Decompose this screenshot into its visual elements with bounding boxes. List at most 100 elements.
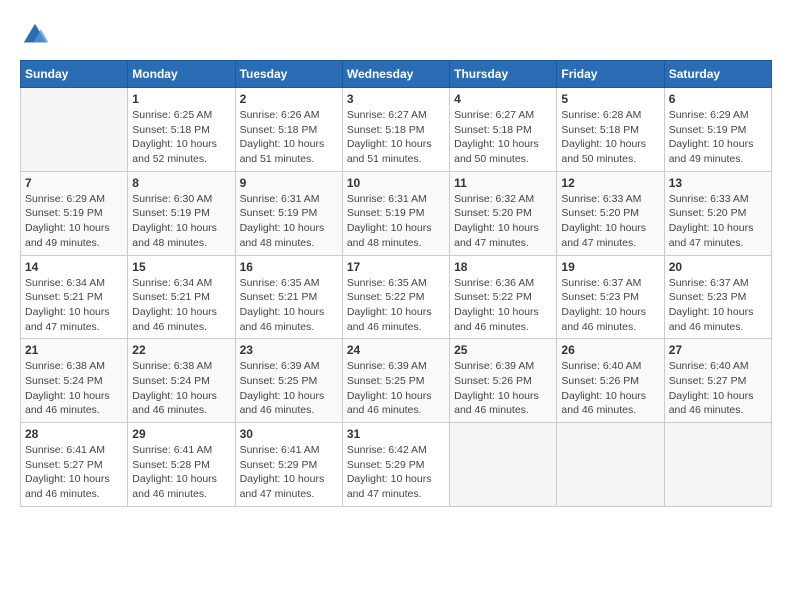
page-header [20, 20, 772, 50]
day-info: Sunrise: 6:38 AMSunset: 5:24 PMDaylight:… [132, 359, 230, 418]
calendar-cell [557, 423, 664, 507]
day-number: 8 [132, 176, 230, 190]
day-info: Sunrise: 6:37 AMSunset: 5:23 PMDaylight:… [669, 276, 767, 335]
day-number: 26 [561, 343, 659, 357]
calendar-cell: 29 Sunrise: 6:41 AMSunset: 5:28 PMDayligh… [128, 423, 235, 507]
day-number: 14 [25, 260, 123, 274]
calendar-cell: 15Sunrise: 6:34 AMSunset: 5:21 PMDayligh… [128, 255, 235, 339]
day-number: 27 [669, 343, 767, 357]
day-number: 15 [132, 260, 230, 274]
calendar-cell: 20Sunrise: 6:37 AMSunset: 5:23 PMDayligh… [664, 255, 771, 339]
calendar-week-5: 28 Sunrise: 6:41 AMSunset: 5:27 PMDayligh… [21, 423, 772, 507]
day-number: 5 [561, 92, 659, 106]
day-number: 31 [347, 427, 445, 441]
day-info: Sunrise: 6:39 AMSunset: 5:25 PMDaylight:… [347, 359, 445, 418]
day-info: Sunrise: 6:35 AMSunset: 5:22 PMDaylight:… [347, 276, 445, 335]
day-info: Sunrise: 6:33 AMSunset: 5:20 PMDaylight:… [669, 192, 767, 251]
day-info: Sunrise: 6:41 AMSunset: 5:29 PMDaylight:… [240, 443, 338, 502]
logo [20, 20, 52, 50]
day-number: 10 [347, 176, 445, 190]
calendar-cell: 12 Sunrise: 6:33 AMSunset: 5:20 PMDayligh… [557, 171, 664, 255]
day-info: Sunrise: 6:41 AMSunset: 5:28 PMDaylight:… [132, 443, 230, 502]
calendar-week-4: 21 Sunrise: 6:38 AMSunset: 5:24 PMDayligh… [21, 339, 772, 423]
day-number: 11 [454, 176, 552, 190]
day-number: 17 [347, 260, 445, 274]
day-number: 23 [240, 343, 338, 357]
calendar-cell: 21 Sunrise: 6:38 AMSunset: 5:24 PMDayligh… [21, 339, 128, 423]
day-info: Sunrise: 6:39 AMSunset: 5:25 PMDaylight:… [240, 359, 338, 418]
day-number: 28 [25, 427, 123, 441]
calendar-table: SundayMondayTuesdayWednesdayThursdayFrid… [20, 60, 772, 507]
day-info: Sunrise: 6:31 AMSunset: 5:19 PMDaylight:… [240, 192, 338, 251]
calendar-cell [450, 423, 557, 507]
calendar-cell: 26 Sunrise: 6:40 AMSunset: 5:26 PMDayligh… [557, 339, 664, 423]
day-info: Sunrise: 6:29 AMSunset: 5:19 PMDaylight:… [25, 192, 123, 251]
day-number: 12 [561, 176, 659, 190]
calendar-cell: 10 Sunrise: 6:31 AMSunset: 5:19 PMDayligh… [342, 171, 449, 255]
calendar-cell: 18 Sunrise: 6:36 AMSunset: 5:22 PMDayligh… [450, 255, 557, 339]
calendar-cell: 8Sunrise: 6:30 AMSunset: 5:19 PMDaylight… [128, 171, 235, 255]
day-number: 13 [669, 176, 767, 190]
day-number: 29 [132, 427, 230, 441]
calendar-cell: 30 Sunrise: 6:41 AMSunset: 5:29 PMDayligh… [235, 423, 342, 507]
calendar-cell: 4 Sunrise: 6:27 AMSunset: 5:18 PMDaylight… [450, 88, 557, 172]
day-info: Sunrise: 6:29 AMSunset: 5:19 PMDaylight:… [669, 108, 767, 167]
day-number: 1 [132, 92, 230, 106]
weekday-header-saturday: Saturday [664, 61, 771, 88]
calendar-cell: 1 Sunrise: 6:25 AMSunset: 5:18 PMDaylight… [128, 88, 235, 172]
day-info: Sunrise: 6:37 AMSunset: 5:23 PMDaylight:… [561, 276, 659, 335]
weekday-header-row: SundayMondayTuesdayWednesdayThursdayFrid… [21, 61, 772, 88]
calendar-cell: 23 Sunrise: 6:39 AMSunset: 5:25 PMDayligh… [235, 339, 342, 423]
calendar-cell: 13 Sunrise: 6:33 AMSunset: 5:20 PMDayligh… [664, 171, 771, 255]
day-number: 30 [240, 427, 338, 441]
calendar-cell: 16 Sunrise: 6:35 AMSunset: 5:21 PMDayligh… [235, 255, 342, 339]
day-info: Sunrise: 6:27 AMSunset: 5:18 PMDaylight:… [347, 108, 445, 167]
day-number: 22 [132, 343, 230, 357]
calendar-week-3: 14 Sunrise: 6:34 AMSunset: 5:21 PMDayligh… [21, 255, 772, 339]
day-number: 4 [454, 92, 552, 106]
calendar-cell: 6 Sunrise: 6:29 AMSunset: 5:19 PMDaylight… [664, 88, 771, 172]
calendar-cell [664, 423, 771, 507]
calendar-week-1: 1 Sunrise: 6:25 AMSunset: 5:18 PMDaylight… [21, 88, 772, 172]
day-info: Sunrise: 6:40 AMSunset: 5:27 PMDaylight:… [669, 359, 767, 418]
calendar-cell: 27 Sunrise: 6:40 AMSunset: 5:27 PMDayligh… [664, 339, 771, 423]
day-number: 19 [561, 260, 659, 274]
calendar-cell [21, 88, 128, 172]
day-number: 6 [669, 92, 767, 106]
day-info: Sunrise: 6:39 AMSunset: 5:26 PMDaylight:… [454, 359, 552, 418]
day-info: Sunrise: 6:33 AMSunset: 5:20 PMDaylight:… [561, 192, 659, 251]
day-info: Sunrise: 6:38 AMSunset: 5:24 PMDaylight:… [25, 359, 123, 418]
day-info: Sunrise: 6:25 AMSunset: 5:18 PMDaylight:… [132, 108, 230, 167]
day-info: Sunrise: 6:34 AMSunset: 5:21 PMDaylight:… [25, 276, 123, 335]
day-number: 7 [25, 176, 123, 190]
day-info: Sunrise: 6:27 AMSunset: 5:18 PMDaylight:… [454, 108, 552, 167]
weekday-header-thursday: Thursday [450, 61, 557, 88]
day-number: 24 [347, 343, 445, 357]
calendar-cell: 2Sunrise: 6:26 AMSunset: 5:18 PMDaylight… [235, 88, 342, 172]
weekday-header-wednesday: Wednesday [342, 61, 449, 88]
calendar-cell: 31 Sunrise: 6:42 AMSunset: 5:29 PMDayligh… [342, 423, 449, 507]
calendar-cell: 17 Sunrise: 6:35 AMSunset: 5:22 PMDayligh… [342, 255, 449, 339]
day-info: Sunrise: 6:36 AMSunset: 5:22 PMDaylight:… [454, 276, 552, 335]
calendar-cell: 22 Sunrise: 6:38 AMSunset: 5:24 PMDayligh… [128, 339, 235, 423]
day-number: 25 [454, 343, 552, 357]
calendar-cell: 28 Sunrise: 6:41 AMSunset: 5:27 PMDayligh… [21, 423, 128, 507]
day-info: Sunrise: 6:32 AMSunset: 5:20 PMDaylight:… [454, 192, 552, 251]
calendar-body: 1 Sunrise: 6:25 AMSunset: 5:18 PMDaylight… [21, 88, 772, 507]
day-info: Sunrise: 6:42 AMSunset: 5:29 PMDaylight:… [347, 443, 445, 502]
day-number: 3 [347, 92, 445, 106]
day-number: 16 [240, 260, 338, 274]
weekday-header-friday: Friday [557, 61, 664, 88]
calendar-cell: 24 Sunrise: 6:39 AMSunset: 5:25 PMDayligh… [342, 339, 449, 423]
calendar-cell: 11 Sunrise: 6:32 AMSunset: 5:20 PMDayligh… [450, 171, 557, 255]
weekday-header-tuesday: Tuesday [235, 61, 342, 88]
day-info: Sunrise: 6:40 AMSunset: 5:26 PMDaylight:… [561, 359, 659, 418]
day-number: 21 [25, 343, 123, 357]
day-info: Sunrise: 6:31 AMSunset: 5:19 PMDaylight:… [347, 192, 445, 251]
day-info: Sunrise: 6:41 AMSunset: 5:27 PMDaylight:… [25, 443, 123, 502]
day-number: 9 [240, 176, 338, 190]
day-info: Sunrise: 6:35 AMSunset: 5:21 PMDaylight:… [240, 276, 338, 335]
day-number: 18 [454, 260, 552, 274]
weekday-header-monday: Monday [128, 61, 235, 88]
day-number: 2 [240, 92, 338, 106]
